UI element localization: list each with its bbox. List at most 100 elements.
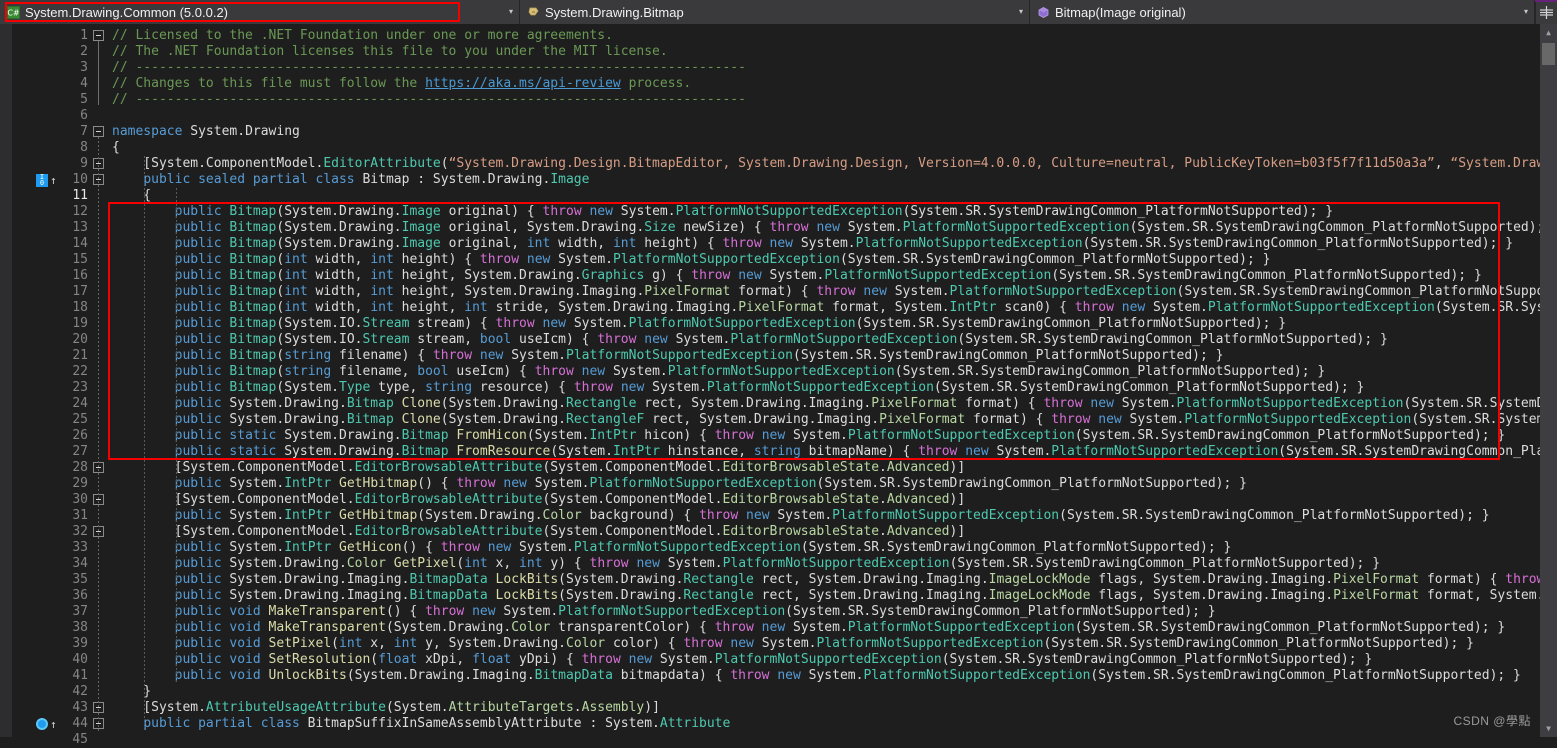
code-line[interactable]: public sealed partial class Bitmap : Sys… (108, 172, 1540, 188)
code-line[interactable]: public static System.Drawing.Bitmap From… (108, 444, 1540, 460)
chevron-down-icon[interactable]: ▾ (1518, 0, 1534, 24)
code-line[interactable]: public System.IntPtr GetHbitmap() { thro… (108, 476, 1540, 492)
code-token: public void (175, 604, 261, 619)
chevron-down-icon[interactable]: ▾ (503, 0, 519, 24)
code-token: Bitmap (229, 380, 276, 395)
chevron-down-icon[interactable]: ▾ (1013, 0, 1029, 24)
code-line[interactable]: public Bitmap(int width, int height, Sys… (108, 284, 1540, 300)
project-selector-dropdown[interactable]: C# System.Drawing.Common (5.0.0.2) ▾ (0, 0, 520, 24)
code-token: EditorBrowsableAttribute (355, 524, 543, 539)
code-token: { (112, 188, 151, 203)
code-line[interactable]: public System.Drawing.Imaging.BitmapData… (108, 588, 1540, 604)
code-line[interactable] (108, 108, 1540, 124)
type-selector-dropdown[interactable]: System.Drawing.Bitmap ▾ (520, 0, 1030, 24)
code-token: (System.SR.SystemDrawingCommon_PlatformN… (1177, 284, 1540, 299)
line-number: 10 (57, 172, 90, 188)
code-line[interactable]: public Bitmap(string filename) { throw n… (108, 348, 1540, 364)
code-line[interactable]: public System.IntPtr GetHbitmap(System.D… (108, 508, 1540, 524)
code-line[interactable]: public Bitmap(int width, int height) { t… (108, 252, 1540, 268)
code-token: [System.ComponentModel. (112, 524, 355, 539)
scroll-up-arrow-icon[interactable]: ▲ (1540, 24, 1557, 41)
code-token: (System.SR.SystemDrawingCommon_PlatformN… (934, 380, 1364, 395)
code-token: System.Drawing. (222, 412, 347, 427)
code-token: // The .NET Foundation licenses this fil… (112, 44, 668, 59)
code-token: IntPtr (950, 300, 997, 315)
code-line[interactable]: { (108, 140, 1540, 156)
code-line[interactable]: public Bitmap(System.Drawing.Image origi… (108, 236, 1540, 252)
code-line[interactable]: // -------------------------------------… (108, 92, 1540, 108)
code-line[interactable]: public System.Drawing.Bitmap Clone(Syste… (108, 412, 1540, 428)
code-line[interactable]: public Bitmap(System.IO.Stream stream) {… (108, 316, 1540, 332)
code-line[interactable]: public System.Drawing.Imaging.BitmapData… (108, 572, 1540, 588)
code-token: public sealed partial class (143, 172, 354, 187)
fold-toggle-icon[interactable] (93, 126, 104, 137)
code-line[interactable]: [System.ComponentModel.EditorBrowsableAt… (108, 524, 1540, 540)
code-line[interactable]: public System.IntPtr GetHicon() { throw … (108, 540, 1540, 556)
vertical-scrollbar[interactable]: ▲ ▼ (1540, 24, 1557, 737)
code-line[interactable]: public void MakeTransparent() { throw ne… (108, 604, 1540, 620)
code-line[interactable]: public void SetResolution(float xDpi, fl… (108, 652, 1540, 668)
code-token: throw (715, 428, 754, 443)
code-line[interactable]: [System.AttributeUsageAttribute(System.A… (108, 700, 1540, 716)
fold-toggle-icon[interactable] (93, 30, 104, 41)
code-line[interactable]: // -------------------------------------… (108, 60, 1540, 76)
split-window-icon[interactable] (1535, 0, 1557, 24)
code-line[interactable]: public Bitmap(System.Type type, string r… (108, 380, 1540, 396)
code-token: (System.SR.SystemDrawingCommon_PlatformN… (957, 332, 1387, 347)
navigation-bar: C# System.Drawing.Common (5.0.0.2) ▾ Sys… (0, 0, 1557, 24)
code-line[interactable]: public void MakeTransparent(System.Drawi… (108, 620, 1540, 636)
code-line[interactable]: public Bitmap(System.Drawing.Image origi… (108, 220, 1540, 236)
codelens-circle-marker[interactable]: ↑ (36, 717, 57, 731)
code-line[interactable]: public Bitmap(string filename, bool useI… (108, 364, 1540, 380)
code-token: (System.IO. (276, 316, 362, 331)
csdn-watermark: CSDN @學點 (1453, 712, 1531, 729)
member-selector-dropdown[interactable]: Bitmap(Image original) ▾ (1030, 0, 1535, 24)
scroll-down-arrow-icon[interactable]: ▼ (1540, 720, 1557, 737)
code-line[interactable]: // Licensed to the .NET Foundation under… (108, 28, 1540, 44)
scrollbar-thumb[interactable] (1542, 43, 1555, 65)
code-token: PlatformNotSupportedException (1051, 444, 1278, 459)
io-reference-icon[interactable]: I0 (36, 174, 48, 187)
code-line[interactable]: namespace System.Drawing (108, 124, 1540, 140)
codelens-io-marker[interactable]: I0↑ (36, 173, 57, 187)
code-token: (System.Drawing. (558, 588, 683, 603)
code-token: throw (425, 604, 464, 619)
code-token: int (527, 236, 550, 251)
glyph-margin[interactable]: I0↑↑ (12, 24, 57, 737)
up-arrow-icon[interactable]: ↑ (50, 174, 57, 187)
code-token: throw (699, 508, 738, 523)
code-token: new (738, 268, 761, 283)
code-line[interactable]: // The .NET Foundation licenses this fil… (108, 44, 1540, 60)
code-line[interactable]: public Bitmap(int width, int height, int… (108, 300, 1540, 316)
code-line[interactable]: public Bitmap(System.IO.Stream stream, b… (108, 332, 1540, 348)
code-editor[interactable]: I0↑↑ 12345678910111213141516171819202122… (0, 24, 1557, 737)
code-line[interactable]: public Bitmap(int width, int height, Sys… (108, 268, 1540, 284)
code-token: System.Drawing. (222, 556, 347, 571)
code-line[interactable]: [System.ComponentModel.EditorBrowsableAt… (108, 460, 1540, 476)
code-token: (System.SR.SystemDrawingCommon_PlatformN… (1043, 636, 1473, 651)
code-line[interactable]: // Changes to this file must follow the … (108, 76, 1540, 92)
code-line[interactable] (108, 732, 1540, 737)
code-token (261, 636, 269, 651)
code-line[interactable]: public static System.Drawing.Bitmap From… (108, 428, 1540, 444)
code-token (957, 444, 965, 459)
code-line[interactable]: public partial class BitmapSuffixInSameA… (108, 716, 1540, 732)
code-line[interactable]: public void UnlockBits(System.Drawing.Im… (108, 668, 1540, 684)
code-text-area[interactable]: // Licensed to the .NET Foundation under… (108, 24, 1540, 737)
code-token: IntPtr (589, 428, 636, 443)
reference-circle-icon[interactable] (36, 718, 48, 730)
code-line[interactable]: { (108, 188, 1540, 204)
code-line[interactable]: public System.Drawing.Color GetPixel(int… (108, 556, 1540, 572)
code-line[interactable]: public Bitmap(System.Drawing.Image origi… (108, 204, 1540, 220)
fold-region-line (98, 137, 99, 732)
code-line[interactable]: } (108, 684, 1540, 700)
up-arrow-icon[interactable]: ↑ (50, 718, 57, 731)
outlining-margin[interactable] (90, 24, 108, 737)
code-token: MakeTransparent (269, 604, 386, 619)
code-line[interactable]: public void SetPixel(int x, int y, Syste… (108, 636, 1540, 652)
code-line[interactable]: [System.ComponentModel.EditorAttribute(“… (108, 156, 1540, 172)
code-line[interactable]: [System.ComponentModel.EditorBrowsableAt… (108, 492, 1540, 508)
line-number: 3 (57, 60, 90, 76)
code-line[interactable]: public System.Drawing.Bitmap Clone(Syste… (108, 396, 1540, 412)
line-number: 33 (57, 540, 90, 556)
